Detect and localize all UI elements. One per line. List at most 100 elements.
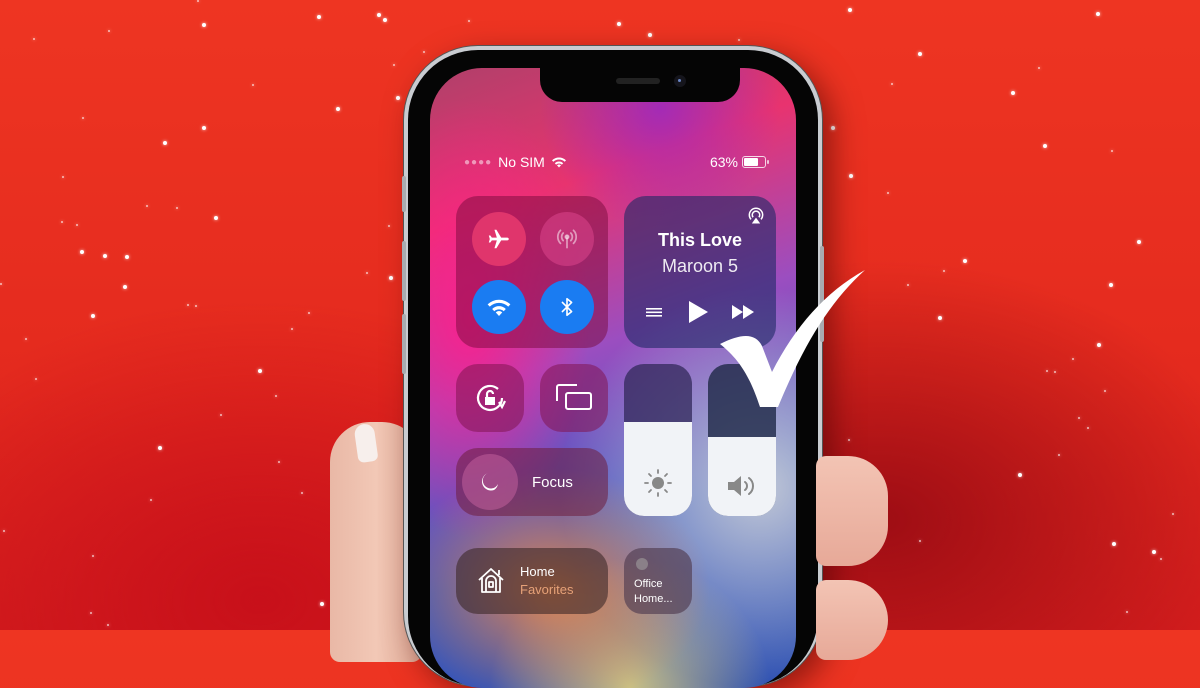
connectivity-module bbox=[456, 196, 608, 348]
star bbox=[849, 174, 853, 178]
star bbox=[146, 205, 148, 207]
star bbox=[1126, 611, 1128, 613]
star bbox=[176, 207, 178, 209]
airplay-icon[interactable] bbox=[746, 206, 766, 226]
wifi-icon bbox=[551, 157, 566, 168]
star bbox=[943, 270, 945, 272]
star bbox=[91, 314, 95, 318]
star bbox=[202, 126, 206, 130]
notch bbox=[540, 68, 740, 102]
list-icon[interactable] bbox=[645, 306, 664, 318]
office-label-line2: Home... bbox=[634, 593, 673, 605]
cellular-data-toggle[interactable] bbox=[540, 212, 594, 266]
star bbox=[195, 305, 197, 307]
star bbox=[214, 216, 218, 220]
orientation-lock-toggle[interactable] bbox=[456, 364, 524, 432]
airplane-icon bbox=[488, 229, 509, 249]
star bbox=[938, 316, 942, 320]
star bbox=[317, 15, 321, 19]
star bbox=[383, 18, 387, 22]
star bbox=[258, 369, 262, 373]
finger bbox=[816, 456, 888, 566]
star bbox=[1111, 150, 1113, 152]
home-favorites-button[interactable]: Home Favorites bbox=[456, 548, 608, 614]
star bbox=[163, 141, 167, 145]
star bbox=[301, 492, 303, 494]
star bbox=[1018, 473, 1022, 477]
battery-icon bbox=[742, 156, 769, 168]
star bbox=[320, 602, 324, 606]
star bbox=[0, 283, 2, 285]
star bbox=[150, 499, 152, 501]
carrier-label: No SIM bbox=[498, 154, 545, 170]
star bbox=[1011, 91, 1015, 95]
screen-mirroring-toggle[interactable] bbox=[540, 364, 608, 432]
office-home-accessory[interactable]: Office Home... bbox=[624, 548, 692, 614]
moon-icon bbox=[481, 473, 498, 491]
star bbox=[3, 530, 5, 532]
wifi-icon bbox=[487, 299, 511, 316]
bluetooth-icon bbox=[561, 297, 573, 317]
home-icon bbox=[478, 568, 504, 593]
airplane-mode-toggle[interactable] bbox=[472, 212, 526, 266]
star bbox=[423, 51, 425, 53]
star bbox=[366, 272, 368, 274]
checkmark-icon bbox=[720, 270, 865, 407]
star bbox=[388, 225, 390, 227]
cellular-antenna-icon bbox=[556, 229, 578, 249]
star bbox=[1087, 427, 1089, 429]
star bbox=[252, 84, 254, 86]
focus-label: Focus bbox=[532, 474, 573, 491]
star bbox=[1109, 283, 1113, 287]
bluetooth-toggle[interactable] bbox=[540, 280, 594, 334]
star bbox=[1137, 240, 1141, 244]
star bbox=[1172, 513, 1174, 515]
homepod-icon bbox=[636, 558, 648, 570]
star bbox=[887, 192, 889, 194]
rotation-lock-icon bbox=[476, 384, 506, 411]
battery-percent: 63% bbox=[709, 154, 738, 170]
star bbox=[617, 22, 621, 26]
screen-mirroring-icon bbox=[556, 384, 592, 410]
star bbox=[919, 540, 921, 542]
star bbox=[123, 285, 127, 289]
star bbox=[393, 64, 395, 66]
star bbox=[197, 0, 199, 2]
star bbox=[1046, 370, 1048, 372]
wifi-toggle[interactable] bbox=[472, 280, 526, 334]
star bbox=[848, 439, 850, 441]
signal-dots-icon: ●●●● bbox=[464, 156, 493, 168]
focus-button[interactable]: Focus bbox=[456, 448, 608, 516]
star bbox=[1058, 454, 1060, 456]
star bbox=[125, 255, 129, 259]
star bbox=[92, 555, 94, 557]
volume-up-button bbox=[402, 241, 406, 301]
star bbox=[202, 23, 206, 27]
star bbox=[907, 284, 909, 286]
star bbox=[389, 276, 393, 280]
front-camera bbox=[674, 75, 686, 87]
star bbox=[291, 328, 293, 330]
battery-level bbox=[744, 158, 758, 166]
star bbox=[278, 461, 280, 463]
star bbox=[25, 338, 27, 340]
star bbox=[1072, 358, 1074, 360]
focus-icon-circle bbox=[462, 454, 518, 510]
song-title: This Love bbox=[657, 230, 742, 250]
status-bar: ●●●● No SIM 63% bbox=[430, 154, 796, 174]
star bbox=[76, 224, 78, 226]
star bbox=[35, 378, 37, 380]
star bbox=[1097, 343, 1101, 347]
star bbox=[1038, 67, 1040, 69]
star bbox=[220, 414, 222, 416]
star bbox=[275, 395, 277, 397]
star bbox=[377, 13, 381, 17]
star bbox=[158, 446, 162, 450]
star bbox=[396, 96, 400, 100]
star bbox=[468, 20, 470, 22]
brightness-slider[interactable] bbox=[624, 364, 692, 516]
star bbox=[62, 176, 64, 178]
star bbox=[308, 312, 310, 314]
carrier-info: ●●●● No SIM bbox=[464, 154, 567, 170]
earpiece-speaker bbox=[616, 78, 660, 84]
